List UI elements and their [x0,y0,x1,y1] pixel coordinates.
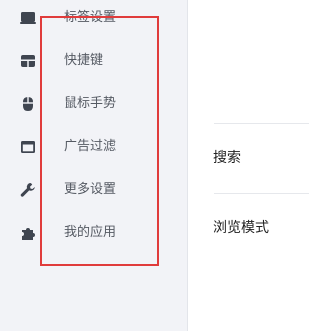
sidebar-item-label: 快捷键 [64,53,104,68]
monitor-icon [20,10,36,26]
window-icon [20,139,36,155]
sidebar-item-ad-filter[interactable]: 广告过滤 [0,127,187,167]
puzzle-icon [20,225,36,241]
sidebar-item-shortcuts[interactable]: 快捷键 [0,41,187,81]
sidebar-item-mouse-gestures[interactable]: 鼠标手势 [0,84,187,124]
row-label: 搜索 [213,150,241,166]
wrench-icon [20,182,36,198]
settings-sidebar: 标签设置 快捷键 鼠标手势 广告过滤 更多设置 我的应用 [0,0,187,331]
settings-row-search[interactable]: 搜索 [188,124,309,192]
sidebar-item-label: 广告过滤 [64,139,117,154]
sidebar-item-label: 更多设置 [64,182,117,197]
sidebar-item-label: 鼠标手势 [64,96,117,111]
sidebar-item-more-settings[interactable]: 更多设置 [0,170,187,210]
sidebar-item-label: 我的应用 [64,225,117,240]
sidebar-item-label: 标签设置 [64,10,117,25]
settings-row-browse-mode[interactable]: 浏览模式 [188,194,309,262]
layout-grid-icon [20,53,36,69]
sidebar-item-tab-settings[interactable]: 标签设置 [0,0,187,38]
mouse-icon [20,96,36,112]
settings-window: 标签设置 快捷键 鼠标手势 广告过滤 更多设置 我的应用 搜索 浏览模式 [0,0,309,331]
sidebar-item-my-apps[interactable]: 我的应用 [0,213,187,253]
row-label: 浏览模式 [213,220,269,236]
